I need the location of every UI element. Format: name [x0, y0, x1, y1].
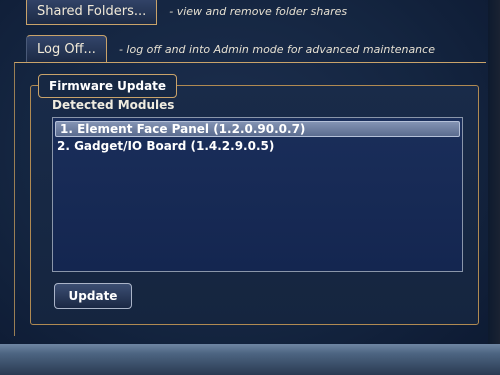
shared-folders-description: - view and remove folder shares [169, 4, 348, 18]
module-list-item[interactable]: 2. Gadget/IO Board (1.4.2.9.0.5) [53, 137, 462, 156]
bottom-taskbar-strip [0, 344, 500, 375]
detected-modules-label: Detected Modules [52, 98, 175, 112]
update-button-label: Update [68, 289, 118, 303]
module-list-item-selected[interactable]: 1. Element Face Panel (1.2.0.90.0.7) [55, 121, 460, 137]
firmware-update-title: Firmware Update [38, 74, 178, 98]
log-off-description: - log off and into Admin mode for advanc… [118, 42, 435, 56]
firmware-update-title-text: Firmware Update [49, 79, 167, 93]
detected-modules-list[interactable]: 1. Element Face Panel (1.2.0.90.0.7) 2. … [52, 117, 463, 272]
update-button[interactable]: Update [54, 283, 132, 309]
monitor-bezel [488, 0, 500, 375]
shared-folders-button[interactable]: Shared Folders... [26, 0, 158, 25]
log-off-row: Log Off... - log off and into Admin mode… [26, 34, 435, 64]
shared-folders-label: Shared Folders... [37, 3, 147, 19]
log-off-label: Log Off... [37, 41, 96, 57]
log-off-button[interactable]: Log Off... [26, 35, 107, 63]
shared-folders-row: Shared Folders... - view and remove fold… [26, 0, 347, 26]
